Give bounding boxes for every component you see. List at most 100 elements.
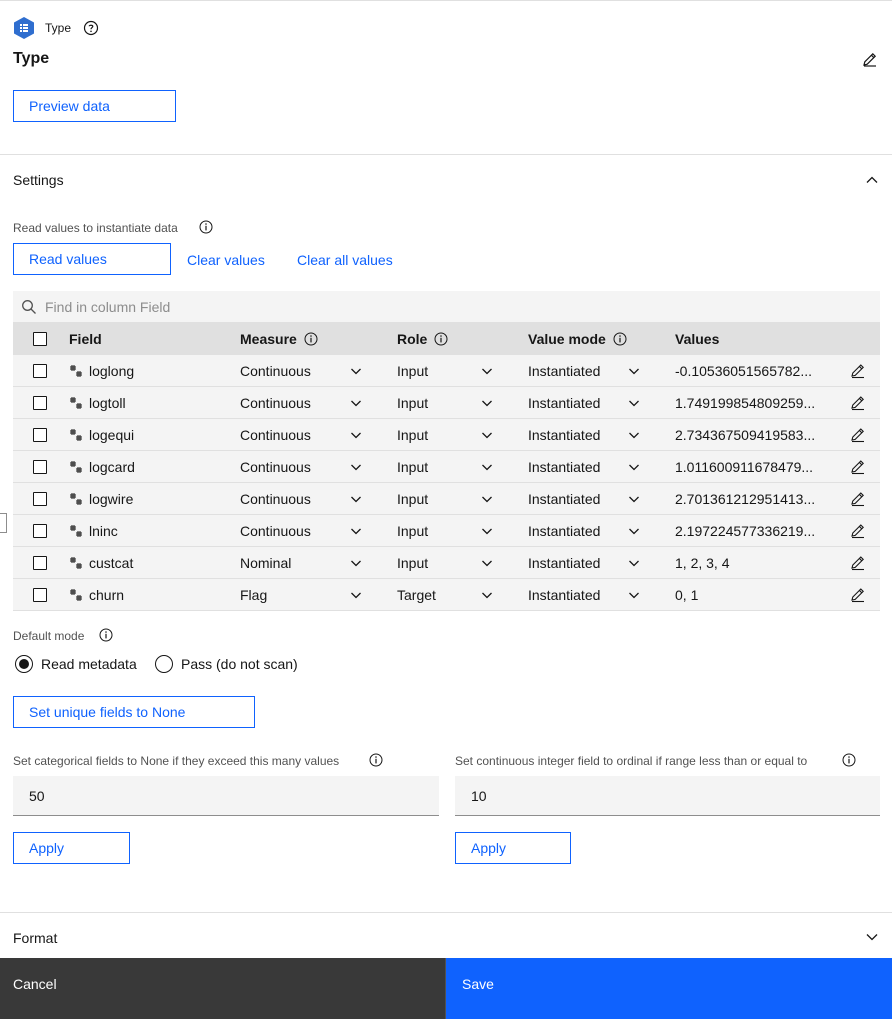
- table-row[interactable]: loglong Continuous Input Instantiated -0.105…: [13, 355, 880, 387]
- edit-icon[interactable]: [850, 363, 866, 379]
- row-checkbox[interactable]: [33, 588, 47, 602]
- row-checkbox[interactable]: [33, 364, 47, 378]
- row-checkbox[interactable]: [33, 492, 47, 506]
- info-icon[interactable]: [304, 332, 318, 346]
- save-button[interactable]: Save: [446, 958, 892, 1019]
- chevron-up-icon[interactable]: [865, 173, 879, 187]
- table-row[interactable]: churn Flag Target Instantiated 0, 1: [13, 579, 880, 611]
- chevron-down-icon[interactable]: [481, 397, 493, 409]
- chevron-down-icon[interactable]: [481, 589, 493, 601]
- measure-dropdown[interactable]: Continuous: [240, 515, 311, 547]
- chevron-down-icon[interactable]: [350, 429, 362, 441]
- radio-read-metadata[interactable]: Read metadata: [15, 655, 137, 673]
- chevron-down-icon[interactable]: [628, 429, 640, 441]
- chevron-down-icon[interactable]: [350, 557, 362, 569]
- value-mode-dropdown[interactable]: Instantiated: [528, 547, 600, 579]
- chevron-down-icon[interactable]: [350, 397, 362, 409]
- help-icon[interactable]: [83, 20, 99, 36]
- chevron-down-icon[interactable]: [865, 930, 879, 944]
- role-dropdown[interactable]: Input: [397, 515, 428, 547]
- value-mode-dropdown[interactable]: Instantiated: [528, 483, 600, 515]
- role-dropdown[interactable]: Input: [397, 547, 428, 579]
- row-checkbox[interactable]: [33, 524, 47, 538]
- value-mode-dropdown[interactable]: Instantiated: [528, 387, 600, 419]
- apply-categorical-button[interactable]: Apply: [13, 832, 130, 864]
- chevron-down-icon[interactable]: [628, 589, 640, 601]
- table-row[interactable]: custcat Nominal Input Instantiated 1, 2, 3, …: [13, 547, 880, 579]
- measure-dropdown[interactable]: Flag: [240, 579, 267, 611]
- chevron-down-icon[interactable]: [350, 461, 362, 473]
- role-dropdown[interactable]: Input: [397, 451, 428, 483]
- edit-icon[interactable]: [850, 555, 866, 571]
- chevron-down-icon[interactable]: [628, 525, 640, 537]
- role-dropdown[interactable]: Input: [397, 387, 428, 419]
- info-icon[interactable]: [99, 628, 113, 642]
- role-dropdown[interactable]: Target: [397, 579, 436, 611]
- info-icon[interactable]: [613, 332, 627, 346]
- table-row[interactable]: logwire Continuous Input Instantiated 2.7013…: [13, 483, 880, 515]
- info-icon[interactable]: [199, 220, 213, 234]
- settings-section-title[interactable]: Settings: [13, 172, 64, 188]
- search-input[interactable]: [45, 298, 845, 315]
- role-dropdown[interactable]: Input: [397, 419, 428, 451]
- chevron-down-icon[interactable]: [350, 493, 362, 505]
- edit-icon[interactable]: [850, 523, 866, 539]
- edit-icon[interactable]: [850, 459, 866, 475]
- info-icon[interactable]: [434, 332, 448, 346]
- radio-button[interactable]: [15, 655, 33, 673]
- value-mode-dropdown[interactable]: Instantiated: [528, 451, 600, 483]
- chevron-down-icon[interactable]: [628, 493, 640, 505]
- read-values-button[interactable]: Read values: [13, 243, 171, 275]
- row-checkbox[interactable]: [33, 460, 47, 474]
- column-header-role[interactable]: Role: [397, 323, 448, 355]
- format-section-title[interactable]: Format: [13, 930, 57, 946]
- column-header-value-mode[interactable]: Value mode: [528, 323, 627, 355]
- measure-dropdown[interactable]: Continuous: [240, 451, 311, 483]
- role-dropdown[interactable]: Input: [397, 355, 428, 387]
- measure-dropdown[interactable]: Continuous: [240, 419, 311, 451]
- column-header-field[interactable]: Field: [69, 323, 102, 355]
- chevron-down-icon[interactable]: [481, 525, 493, 537]
- chevron-down-icon[interactable]: [628, 461, 640, 473]
- table-row[interactable]: logcard Continuous Input Instantiated 1.0116…: [13, 451, 880, 483]
- chevron-down-icon[interactable]: [481, 493, 493, 505]
- edit-icon[interactable]: [850, 587, 866, 603]
- column-header-measure[interactable]: Measure: [240, 323, 318, 355]
- row-checkbox[interactable]: [33, 396, 47, 410]
- chevron-down-icon[interactable]: [481, 429, 493, 441]
- chevron-down-icon[interactable]: [481, 365, 493, 377]
- table-row[interactable]: lninc Continuous Input Instantiated 2.197224…: [13, 515, 880, 547]
- measure-dropdown[interactable]: Nominal: [240, 547, 291, 579]
- measure-dropdown[interactable]: Continuous: [240, 387, 311, 419]
- categorical-limit-input[interactable]: [13, 776, 439, 816]
- apply-ordinal-button[interactable]: Apply: [455, 832, 571, 864]
- chevron-down-icon[interactable]: [628, 557, 640, 569]
- edit-icon[interactable]: [850, 427, 866, 443]
- edit-icon[interactable]: [862, 51, 878, 67]
- edit-icon[interactable]: [850, 491, 866, 507]
- ordinal-range-input[interactable]: [455, 776, 880, 816]
- select-all-checkbox[interactable]: [33, 332, 47, 346]
- chevron-down-icon[interactable]: [350, 365, 362, 377]
- radio-button[interactable]: [155, 655, 173, 673]
- role-dropdown[interactable]: Input: [397, 483, 428, 515]
- preview-data-button[interactable]: Preview data: [13, 90, 176, 122]
- clear-values-link[interactable]: Clear values: [187, 252, 265, 268]
- set-unique-fields-none-button[interactable]: Set unique fields to None: [13, 696, 255, 728]
- chevron-down-icon[interactable]: [628, 397, 640, 409]
- value-mode-dropdown[interactable]: Instantiated: [528, 579, 600, 611]
- info-icon[interactable]: [369, 753, 383, 767]
- side-panel-handle[interactable]: [0, 513, 7, 533]
- table-row[interactable]: logequi Continuous Input Instantiated 2.7343…: [13, 419, 880, 451]
- table-row[interactable]: logtoll Continuous Input Instantiated 1.7491…: [13, 387, 880, 419]
- value-mode-dropdown[interactable]: Instantiated: [528, 419, 600, 451]
- row-checkbox[interactable]: [33, 428, 47, 442]
- chevron-down-icon[interactable]: [481, 557, 493, 569]
- edit-icon[interactable]: [850, 395, 866, 411]
- value-mode-dropdown[interactable]: Instantiated: [528, 515, 600, 547]
- chevron-down-icon[interactable]: [350, 589, 362, 601]
- radio-pass-do-not-scan[interactable]: Pass (do not scan): [155, 655, 298, 673]
- clear-all-values-link[interactable]: Clear all values: [297, 252, 393, 268]
- chevron-down-icon[interactable]: [481, 461, 493, 473]
- chevron-down-icon[interactable]: [350, 525, 362, 537]
